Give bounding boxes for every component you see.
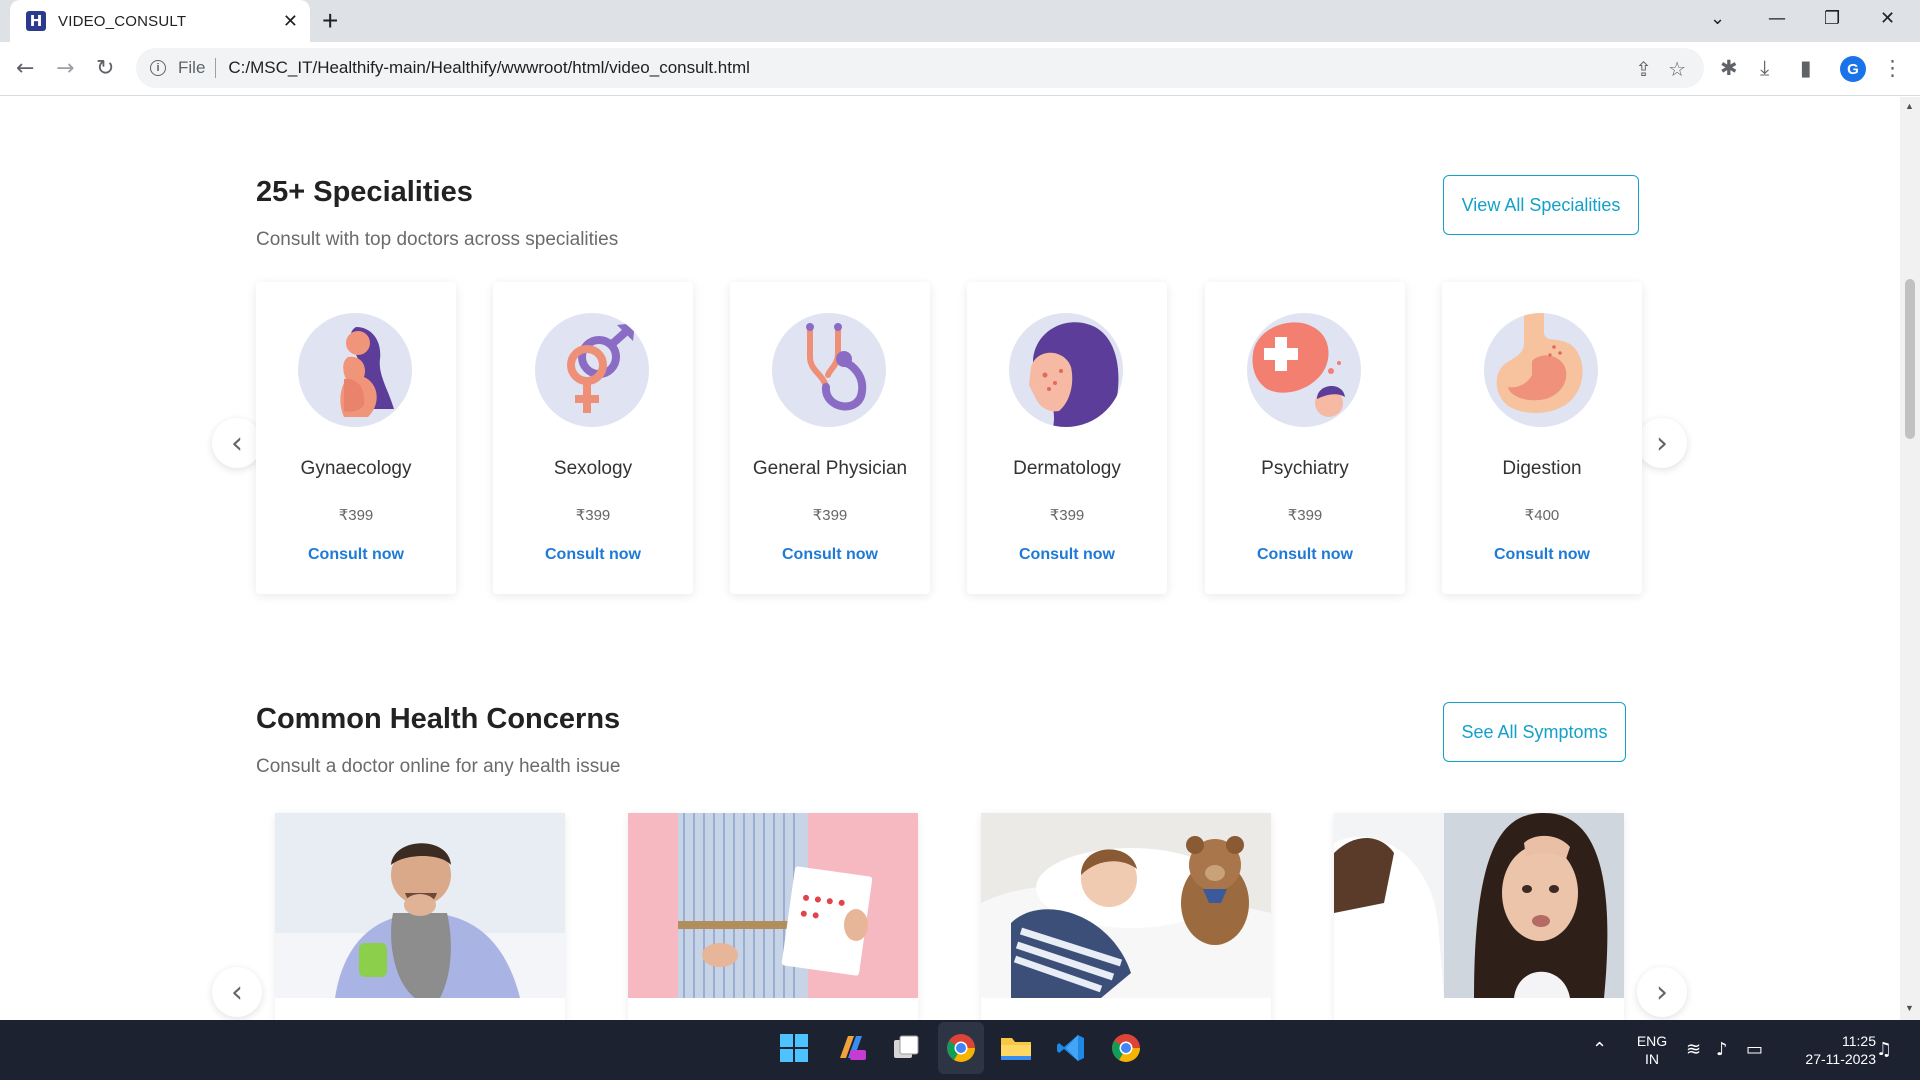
speciality-card-dermatology[interactable]: Dermatology ₹399 Consult now	[967, 282, 1167, 594]
region-label: IN	[1645, 1051, 1659, 1067]
speciality-price: ₹399	[1287, 507, 1323, 524]
speciality-card-gynaecology[interactable]: Gynaecology ₹399 Consult now	[256, 282, 456, 594]
chrome-secondary-icon[interactable]	[1108, 1030, 1144, 1066]
concern-card-headache[interactable]	[1334, 813, 1624, 1020]
consult-now-link[interactable]: Consult now	[256, 546, 456, 564]
show-hidden-icons-icon[interactable]: ⌃	[1592, 1039, 1607, 1060]
speciality-name: Sexology	[553, 458, 633, 479]
scrollbar-thumb[interactable]	[1905, 279, 1915, 439]
speciality-name: Gynaecology	[300, 458, 412, 479]
consult-now-link[interactable]: Consult now	[493, 546, 693, 564]
gender-symbols-icon	[535, 313, 649, 427]
bookmark-star-icon[interactable]: ☆	[1668, 57, 1686, 81]
stomach-icon	[1484, 313, 1598, 427]
url-text[interactable]: C:/MSC_IT/Healthify-main/Healthify/wwwro…	[228, 58, 750, 78]
clock[interactable]: 11:25 27-11-2023	[1780, 1032, 1876, 1068]
see-all-symptoms-button[interactable]: See All Symptoms	[1443, 702, 1626, 762]
task-view-icon[interactable]	[888, 1030, 924, 1066]
site-info-icon[interactable]: i	[150, 60, 166, 76]
speciality-card-sexology[interactable]: Sexology ₹399 Consult now	[493, 282, 693, 594]
speciality-card-psychiatry[interactable]: Psychiatry ₹399 Consult now	[1205, 282, 1405, 594]
speciality-name: General Physician	[752, 458, 908, 479]
downloads-icon[interactable]: ⤓	[1760, 56, 1769, 81]
menu-kebab-icon[interactable]: ⋮	[1882, 56, 1903, 80]
consult-now-link[interactable]: Consult now	[730, 546, 930, 564]
stethoscope-icon	[772, 313, 886, 427]
back-icon[interactable]: ←	[16, 56, 34, 81]
speciality-price: ₹399	[338, 507, 374, 524]
side-panel-icon[interactable]: ▮	[1800, 56, 1812, 80]
pregnancy-icon	[298, 313, 412, 427]
notification-bell-icon[interactable]: ♫	[1876, 1039, 1892, 1060]
reload-icon[interactable]: ↻	[96, 56, 114, 81]
consult-now-link[interactable]: Consult now	[1205, 546, 1405, 564]
concerns-next-arrow-icon[interactable]: ›	[1637, 967, 1687, 1017]
consult-now-link[interactable]: Consult now	[1442, 546, 1642, 564]
speciality-name: Psychiatry	[1261, 458, 1349, 479]
close-window-icon[interactable]: ✕	[1880, 8, 1895, 29]
face-skin-icon	[1009, 313, 1123, 427]
site-favicon-icon: H	[26, 11, 46, 31]
forward-icon[interactable]: →	[56, 56, 74, 81]
period-calendar-image	[628, 813, 918, 998]
specialities-title: 25+ Specialities	[256, 176, 473, 208]
clock-time: 11:25	[1842, 1033, 1876, 1049]
wifi-icon[interactable]: ≋	[1686, 1039, 1701, 1060]
concern-card-periods[interactable]	[628, 813, 918, 1020]
tab-search-icon[interactable]: ⌄	[1710, 8, 1725, 29]
url-scheme: File	[178, 58, 217, 78]
concern-card-sick-kid[interactable]	[981, 813, 1271, 1020]
headache-consult-image	[1334, 813, 1624, 998]
language-indicator[interactable]: ENG IN	[1632, 1032, 1672, 1068]
speciality-name: Dermatology	[1013, 458, 1121, 479]
scroll-up-icon[interactable]: ▲	[1905, 101, 1914, 111]
windows-start-icon[interactable]	[776, 1030, 812, 1066]
restore-icon[interactable]: ❐	[1824, 8, 1840, 29]
speciality-price: ₹399	[575, 507, 611, 524]
specialities-subtitle: Consult with top doctors across speciali…	[256, 229, 619, 250]
speciality-name: Digestion	[1502, 458, 1582, 479]
speciality-price: ₹399	[1049, 507, 1085, 524]
address-bar[interactable]: i File C:/MSC_IT/Healthify-main/Healthif…	[136, 48, 1704, 88]
language-label: ENG	[1636, 1033, 1668, 1049]
concerns-prev-arrow-icon[interactable]: ‹	[212, 967, 262, 1017]
scroll-down-icon[interactable]: ▼	[1905, 1003, 1914, 1013]
specialities-next-arrow-icon[interactable]: ›	[1637, 418, 1687, 468]
browser-toolbar: ← → ↻ i File C:/MSC_IT/Healthify-main/He…	[0, 42, 1920, 96]
file-explorer-icon[interactable]	[998, 1030, 1034, 1066]
mental-health-icon	[1247, 313, 1361, 427]
concerns-subtitle: Consult a doctor online for any health i…	[256, 756, 621, 777]
volume-icon[interactable]: ♪	[1716, 1039, 1728, 1060]
coughing-man-image	[275, 813, 565, 998]
sick-child-image	[981, 813, 1271, 998]
chrome-icon[interactable]	[943, 1030, 979, 1066]
page-scrollbar[interactable]: ▲ ▼	[1900, 97, 1920, 1020]
vscode-icon[interactable]	[1053, 1030, 1089, 1066]
specialities-prev-arrow-icon[interactable]: ‹	[212, 418, 262, 468]
profile-avatar[interactable]: G	[1840, 56, 1866, 82]
close-tab-icon[interactable]: ✕	[283, 11, 298, 32]
share-icon[interactable]: ⇪	[1635, 57, 1652, 81]
tab-strip: H VIDEO_CONSULT ✕ + ⌄ — ❐ ✕	[0, 0, 1920, 42]
clock-date: 27-11-2023	[1805, 1051, 1876, 1067]
battery-icon[interactable]: ▭	[1746, 1039, 1763, 1060]
browser-tab[interactable]: H VIDEO_CONSULT ✕	[10, 0, 310, 42]
extensions-icon[interactable]: ✱	[1720, 56, 1738, 80]
copilot-icon[interactable]	[832, 1030, 868, 1066]
speciality-price: ₹400	[1524, 507, 1560, 524]
speciality-card-digestion[interactable]: Digestion ₹400 Consult now	[1442, 282, 1642, 594]
page-content: 25+ Specialities Consult with top doctor…	[0, 97, 1900, 1020]
minimize-icon[interactable]: —	[1768, 8, 1786, 29]
speciality-price: ₹399	[812, 507, 848, 524]
concern-card-cough[interactable]	[275, 813, 565, 1020]
view-all-specialities-button[interactable]: View All Specialities	[1443, 175, 1639, 235]
concerns-title: Common Health Concerns	[256, 703, 621, 735]
tab-title: VIDEO_CONSULT	[58, 12, 187, 30]
new-tab-icon[interactable]: +	[322, 7, 338, 35]
consult-now-link[interactable]: Consult now	[967, 546, 1167, 564]
speciality-card-general-physician[interactable]: General Physician ₹399 Consult now	[730, 282, 930, 594]
